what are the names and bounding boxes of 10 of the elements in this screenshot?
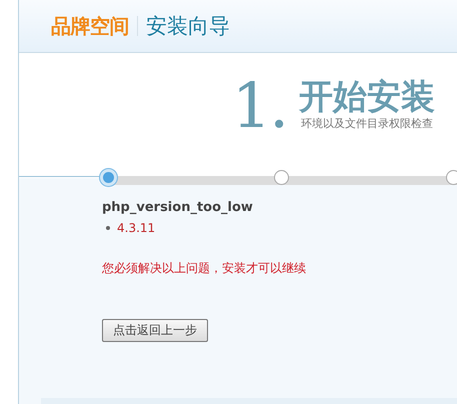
error-value: 4.3.11 xyxy=(117,220,156,236)
step-title: 开始安装 xyxy=(299,77,435,117)
step-subtitle: 环境以及文件目录权限检查 xyxy=(301,117,434,131)
error-message: 您必须解决以上问题，安装才可以继续 xyxy=(102,260,307,276)
bullet-icon xyxy=(106,226,110,230)
back-button[interactable]: 点击返回上一步 xyxy=(102,318,208,342)
step-number: 1. xyxy=(232,77,287,135)
error-name: php_version_too_low xyxy=(102,199,254,217)
brand-logo: 品牌空间 xyxy=(51,16,138,36)
header-title: 安装向导 xyxy=(146,16,230,36)
